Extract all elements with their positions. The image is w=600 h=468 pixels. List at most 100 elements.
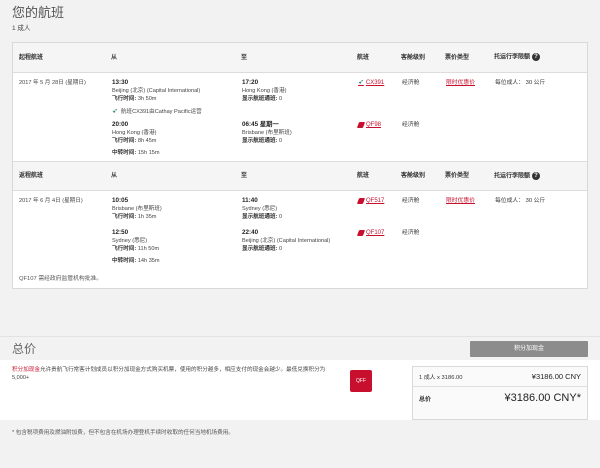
departure-time: 12:50 xyxy=(112,229,129,236)
arrival-airport: Hong Kong (香港) xyxy=(242,88,287,94)
cathay-logo-icon: ➶ xyxy=(112,108,118,115)
duration: 1h 35m xyxy=(137,214,157,220)
inbound-header-row: 返程航班 从 至 航班 客舱级别 票价类型 托运行李限额? xyxy=(13,161,587,191)
departure-airport: Sydney (悉尼) xyxy=(112,238,148,244)
promo-text-block: 积分加现金允许贵航飞行常客计划成员以积分加现金方式购买机票，使用的积分越多，相应… xyxy=(12,366,342,420)
col-cabin: 客舱级别 xyxy=(401,54,426,61)
duration-label: 飞行时间: xyxy=(112,138,137,144)
stops: 0 xyxy=(279,246,283,252)
inbound-date: 2017 年 6 月 4日 (星期日) xyxy=(19,198,83,204)
fare-type-link[interactable]: 限时优惠价 xyxy=(446,80,475,86)
cathay-logo-icon: ➶ xyxy=(358,79,364,86)
stops-label: 显示航班通班: xyxy=(242,214,278,220)
promo-link[interactable]: 积分加现金 xyxy=(12,367,40,373)
departure-airport: Brisbane (布里斯班) xyxy=(112,206,162,212)
promo-text: 允许贵航飞行常客计划成员以积分加现金方式购买机票，使用的积分越多，相应支付的现金… xyxy=(12,367,326,381)
stops: 0 xyxy=(279,96,283,102)
qantas-logo-icon xyxy=(356,198,366,204)
regulatory-note: QF107 需经政府监管机构批准。 xyxy=(19,276,103,282)
frequent-flyer-logo-icon: QFF xyxy=(350,370,372,392)
baggage-allowance: 每位成人： 30 公斤 xyxy=(495,198,546,204)
cabin-class: 经济舱 xyxy=(402,230,420,236)
fare-type-link[interactable]: 限时优惠价 xyxy=(446,198,475,204)
departure-airport: Beijing (北京) (Capital International) xyxy=(112,88,201,94)
total-label: 总价 xyxy=(419,396,432,403)
price-row-total: 总价 ¥3186.00 CNY* xyxy=(413,387,587,409)
arrival-airport: Brisbane (布里斯班) xyxy=(242,130,292,136)
departure-time: 13:30 xyxy=(112,79,129,86)
flight-number[interactable]: QF517 xyxy=(366,197,384,205)
flight-link[interactable]: QF98 xyxy=(356,121,396,129)
flight-leg: 10:05 Brisbane (布里斯班) 飞行时间: 1h 35m 11:40… xyxy=(106,197,587,221)
help-icon[interactable]: ? xyxy=(532,53,541,62)
fare-breakdown-label: 1 成人 x 3186.00 xyxy=(419,375,463,381)
cabin-class: 经济舱 xyxy=(402,80,420,86)
passenger-count: 1 成人 xyxy=(12,25,31,32)
col-fare-type: 票价类型 xyxy=(445,173,470,179)
page-header: 您的航班 1 成人 xyxy=(0,0,600,38)
footer-note: * 包含税项费用及燃油附加费，但不包含在机场办理登机手续时收取的任何当地机场费用… xyxy=(12,430,234,436)
col-fare-type: 票价类型 xyxy=(445,54,470,61)
col-inbound: 返程航班 xyxy=(19,173,44,179)
points-plus-cash-button[interactable]: 积分加现金 xyxy=(470,340,588,357)
duration: 3h 50m xyxy=(137,96,157,102)
inbound-legs: 10:05 Brisbane (布里斯班) 飞行时间: 1h 35m 11:40… xyxy=(100,197,587,265)
flight-link[interactable]: QF517 xyxy=(356,197,396,205)
flight-leg: 13:30 Beijing (北京) (Capital Internationa… xyxy=(106,79,587,103)
baggage-allowance: 每位成人： 30 公斤 xyxy=(495,80,546,86)
departure-time: 20:00 xyxy=(112,121,129,128)
stops: 0 xyxy=(279,138,283,144)
arrival-airport: Beijing (北京) (Capital International) xyxy=(242,238,331,244)
departure-time: 10:05 xyxy=(112,197,129,204)
price-row-fare: 1 成人 x 3186.00 ¥3186.00 CNY xyxy=(413,367,587,387)
col-baggage: 托运行李限额? xyxy=(488,171,586,181)
stops: 0 xyxy=(279,214,283,220)
layover: 14h 35m xyxy=(137,258,160,264)
cabin-class: 经济舱 xyxy=(402,198,420,204)
stops-label: 显示航班通班: xyxy=(242,138,278,144)
departure-airport: Hong Kong (香港) xyxy=(112,130,157,136)
total-header: 总价 积分加现金 xyxy=(0,336,600,360)
flight-link[interactable]: QF107 xyxy=(356,229,396,237)
stops-label: 显示航班通班: xyxy=(242,96,278,102)
layover: 15h 15m xyxy=(137,150,160,156)
col-flight: 航班 xyxy=(357,173,370,179)
total-amount: ¥3186.00 CNY* xyxy=(504,392,581,404)
col-outbound: 起程航班 xyxy=(19,54,44,61)
help-icon[interactable]: ? xyxy=(532,171,541,180)
duration: 11h 50m xyxy=(137,246,160,252)
fare-amount: ¥3186.00 CNY xyxy=(531,372,581,381)
col-to: 至 xyxy=(241,173,248,179)
promo-section: 积分加现金允许贵航飞行常客计划成员以积分加现金方式购买机票，使用的积分越多，相应… xyxy=(12,366,412,420)
duration: 8h 45m xyxy=(137,138,157,144)
inbound-segment: 2017 年 6 月 4日 (星期日) 10:05 Brisbane (布里斯班… xyxy=(13,191,587,269)
layover-label: 中转时间: xyxy=(112,258,137,264)
flight-number[interactable]: QF98 xyxy=(366,121,381,129)
arrival-time: 06:45 星期一 xyxy=(242,121,279,128)
flight-number[interactable]: CX391 xyxy=(366,79,384,87)
col-baggage: 托运行李限额? xyxy=(488,53,586,62)
outbound-segment: 2017 年 5 月 28日 (星期日) 13:30 Beijing (北京) … xyxy=(13,73,587,161)
total-title: 总价 xyxy=(12,342,37,356)
arrival-time: 17:20 xyxy=(242,79,259,86)
flights-section: 起程航班 从 至 航班 客舱级别 票价类型 托运行李限额? 2017 年 5 月… xyxy=(0,38,600,336)
flight-leg: 20:00 Hong Kong (香港) 飞行时间: 8h 45m 中转时间: … xyxy=(106,121,587,157)
flight-link[interactable]: ➶ CX391 xyxy=(358,79,396,87)
price-summary: 1 成人 x 3186.00 ¥3186.00 CNY 总价 ¥3186.00 … xyxy=(412,366,588,420)
col-baggage-label: 托运行李限额 xyxy=(494,173,531,180)
col-from: 从 xyxy=(111,173,118,179)
duration-label: 飞行时间: xyxy=(112,214,137,220)
flight-number[interactable]: QF107 xyxy=(366,229,384,237)
arrival-time: 22:40 xyxy=(242,229,259,236)
stops-label: 显示航班通班: xyxy=(242,246,278,252)
col-flight: 航班 xyxy=(357,54,370,61)
col-from: 从 xyxy=(111,54,118,61)
outbound-header-row: 起程航班 从 至 航班 客舱级别 票价类型 托运行李限额? xyxy=(13,43,587,73)
flight-leg: 12:50 Sydney (悉尼) 飞行时间: 11h 50m 中转时间: 14… xyxy=(106,229,587,265)
operator-note: ➶ 航班CX391由Cathay Pacific运营 xyxy=(106,107,587,115)
footer: * 包含税项费用及燃油附加费，但不包含在机场办理登机手续时收取的任何当地机场费用… xyxy=(0,420,600,468)
col-to: 至 xyxy=(241,54,248,61)
outbound-legs: 13:30 Beijing (北京) (Capital Internationa… xyxy=(100,79,587,157)
total-body: 积分加现金允许贵航飞行常客计划成员以积分加现金方式购买机票，使用的积分越多，相应… xyxy=(0,360,600,420)
operator-text: 航班CX391由Cathay Pacific运营 xyxy=(120,109,202,115)
